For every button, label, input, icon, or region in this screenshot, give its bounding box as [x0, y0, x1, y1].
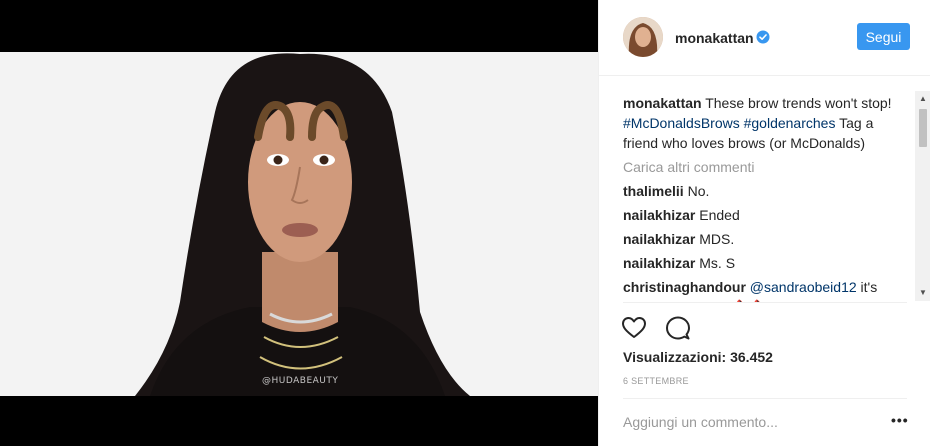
hashtag-link[interactable]: #goldenarches	[744, 115, 836, 131]
comment-username[interactable]: nailakhizar	[623, 207, 695, 223]
views-label: Visualizzazioni:	[623, 349, 727, 365]
comment-text: Ms. S	[699, 255, 736, 271]
post-caption: monakattan These brow trends won't stop!…	[623, 93, 909, 153]
post-header: monakattan Segui	[599, 0, 930, 76]
comment-mention[interactable]: @sandraobeid12	[750, 279, 857, 295]
media-watermark: @HUDABEAUTY	[262, 376, 339, 386]
video-player[interactable]	[0, 52, 598, 396]
comment-item: christinaghandour @sandraobeid12 it's ab…	[623, 277, 909, 302]
comment-username[interactable]: thalimelii	[623, 183, 684, 199]
comment-text: Ended	[699, 207, 740, 223]
comment-text: No.	[687, 183, 710, 199]
scroll-down-arrow-icon[interactable]: ▼	[915, 285, 930, 301]
caption-text: These brow trends won't stop!	[705, 95, 892, 111]
add-comment-input[interactable]	[623, 412, 863, 432]
hashtag-link[interactable]: #McDonaldsBrows	[623, 115, 740, 131]
author-avatar[interactable]	[623, 17, 663, 57]
video-frame	[0, 52, 598, 396]
more-options-icon[interactable]: •••	[891, 412, 909, 432]
post-side-panel: monakattan Segui monakattan These brow t…	[598, 0, 930, 446]
comment-item: thalimelii No.	[623, 181, 909, 201]
comment-text: MDS.	[699, 231, 735, 247]
comment-item: nailakhizar MDS.	[623, 229, 909, 249]
post-media[interactable]: @HUDABEAUTY	[0, 0, 598, 446]
avatar-image	[623, 17, 663, 57]
speech-bubble-icon[interactable]	[665, 315, 691, 341]
comment-username[interactable]: nailakhizar	[623, 255, 695, 271]
comments-scrollbar[interactable]: ▲ ▼	[915, 91, 930, 301]
scrollbar-thumb[interactable]	[919, 109, 927, 147]
view-count: Visualizzazioni: 36.452	[623, 349, 773, 365]
comment-item: nailakhizar Ended	[623, 205, 909, 225]
comments-list[interactable]: monakattan These brow trends won't stop!…	[599, 77, 917, 302]
follow-button[interactable]: Segui	[857, 23, 910, 50]
heart-icon[interactable]	[621, 315, 647, 341]
comment-username[interactable]: nailakhizar	[623, 231, 695, 247]
divider	[623, 302, 907, 303]
scroll-up-arrow-icon[interactable]: ▲	[915, 91, 930, 107]
verified-badge-icon	[756, 30, 770, 44]
author-username[interactable]: monakattan	[675, 30, 754, 46]
caption-username[interactable]: monakattan	[623, 95, 702, 111]
comment-item: nailakhizar Ms. S	[623, 253, 909, 273]
views-number: 36.452	[730, 349, 773, 365]
post-actions	[621, 315, 705, 341]
load-more-comments-link[interactable]: Carica altri commenti	[623, 157, 909, 177]
post-date[interactable]: 6 SETTEMBRE	[623, 376, 689, 386]
comment-username[interactable]: christinaghandour	[623, 279, 746, 295]
divider	[623, 398, 907, 399]
